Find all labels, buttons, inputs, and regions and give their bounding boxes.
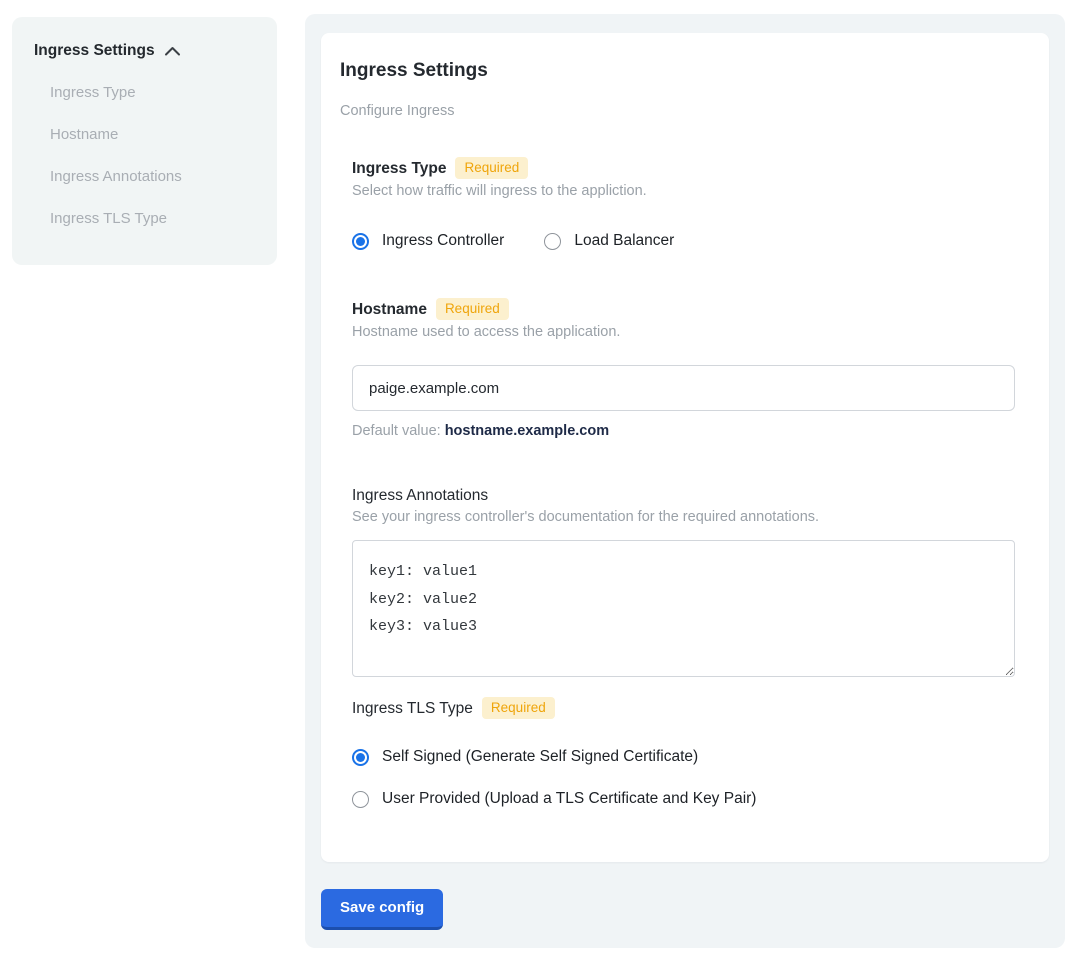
ingress-annotations-section: Ingress Annotations See your ingress con… bbox=[352, 486, 1015, 677]
ingress-annotations-textarea[interactable]: key1: value1 key2: value2 key3: value3 bbox=[352, 540, 1015, 677]
required-badge: Required bbox=[455, 157, 528, 179]
sidebar-section-title: Ingress Settings bbox=[34, 42, 155, 60]
save-config-button[interactable]: Save config bbox=[321, 889, 443, 930]
radio-option-label: Ingress Controller bbox=[382, 232, 504, 250]
chevron-up-icon[interactable] bbox=[164, 46, 181, 57]
radio-option-self-signed[interactable]: Self Signed (Generate Self Signed Certif… bbox=[352, 748, 1015, 766]
sidebar-item-ingress-type[interactable]: Ingress Type bbox=[12, 84, 277, 101]
ingress-settings-card: Ingress Settings Configure Ingress Ingre… bbox=[321, 33, 1049, 862]
hostname-section: Hostname Required Hostname used to acces… bbox=[352, 298, 1015, 440]
radio-button-icon[interactable] bbox=[352, 791, 369, 808]
hostname-default-value: Default value: hostname.example.com bbox=[352, 423, 1015, 440]
radio-option-label: Self Signed (Generate Self Signed Certif… bbox=[382, 748, 698, 766]
settings-panel: Ingress Settings Configure Ingress Ingre… bbox=[305, 14, 1065, 948]
hostname-label: Hostname bbox=[352, 300, 427, 319]
sidebar-item-hostname[interactable]: Hostname bbox=[12, 126, 277, 143]
radio-option-ingress-controller[interactable]: Ingress Controller bbox=[352, 232, 504, 250]
sidebar-section-toggle[interactable]: Ingress Settings bbox=[34, 42, 277, 60]
radio-button-icon[interactable] bbox=[352, 233, 369, 250]
radio-option-load-balancer[interactable]: Load Balancer bbox=[544, 232, 674, 250]
page-subtitle: Configure Ingress bbox=[340, 103, 1049, 120]
ingress-tls-type-label: Ingress TLS Type bbox=[352, 699, 473, 718]
hostname-description: Hostname used to access the application. bbox=[352, 324, 1015, 341]
page-title: Ingress Settings bbox=[340, 59, 1049, 82]
sidebar-item-ingress-annotations[interactable]: Ingress Annotations bbox=[12, 168, 277, 185]
sidebar-item-list: Ingress Type Hostname Ingress Annotation… bbox=[12, 84, 277, 227]
ingress-tls-type-section: Ingress TLS Type Required Self Signed (G… bbox=[352, 697, 1015, 808]
settings-sidebar: Ingress Settings Ingress Type Hostname I… bbox=[12, 17, 277, 265]
ingress-type-section: Ingress Type Required Select how traffic… bbox=[352, 157, 1015, 250]
hostname-input[interactable] bbox=[352, 365, 1015, 411]
radio-option-user-provided[interactable]: User Provided (Upload a TLS Certificate … bbox=[352, 790, 1015, 808]
ingress-type-label: Ingress Type bbox=[352, 159, 446, 178]
radio-option-label: Load Balancer bbox=[574, 232, 674, 250]
required-badge: Required bbox=[482, 697, 555, 719]
ingress-annotations-label: Ingress Annotations bbox=[352, 486, 488, 505]
radio-button-icon[interactable] bbox=[352, 749, 369, 766]
ingress-annotations-description: See your ingress controller's documentat… bbox=[352, 509, 1015, 526]
radio-button-icon[interactable] bbox=[544, 233, 561, 250]
ingress-type-description: Select how traffic will ingress to the a… bbox=[352, 183, 1015, 200]
sidebar-item-ingress-tls-type[interactable]: Ingress TLS Type bbox=[12, 210, 277, 227]
default-value-prefix: Default value: bbox=[352, 423, 445, 439]
required-badge: Required bbox=[436, 298, 509, 320]
radio-option-label: User Provided (Upload a TLS Certificate … bbox=[382, 790, 756, 808]
ingress-type-radio-group: Ingress Controller Load Balancer bbox=[352, 232, 1015, 250]
default-value-text: hostname.example.com bbox=[445, 423, 609, 439]
